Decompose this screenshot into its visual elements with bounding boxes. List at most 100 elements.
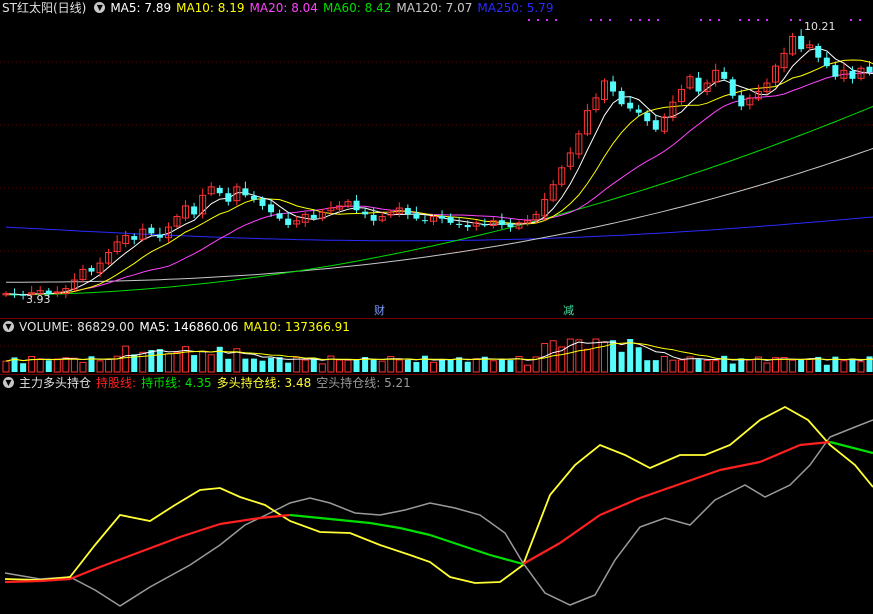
volume-bar [268, 357, 275, 372]
signal-dot [555, 19, 557, 21]
volume-bar [301, 359, 309, 373]
volume-bar [122, 345, 130, 373]
volume-bar [806, 358, 814, 373]
position-indicator-chart[interactable] [0, 375, 873, 614]
candle-body [456, 223, 463, 225]
candle-body [156, 234, 163, 238]
volume-bar [472, 358, 480, 373]
volume-ma5: MA5: 146860.06 [139, 320, 239, 334]
volume-bar [225, 358, 232, 372]
volume-bar [191, 355, 198, 372]
volume-bar [789, 359, 797, 373]
signal-dot [766, 19, 768, 21]
volume-bar [798, 359, 805, 372]
ma-label-ma20: MA20: 8.04 [249, 1, 318, 15]
volume-bar [105, 358, 113, 373]
candle-body [310, 214, 317, 219]
signal-dot [600, 19, 602, 21]
ma-label-ma120: MA120: 7.07 [396, 1, 473, 15]
candlestick-chart[interactable] [0, 0, 873, 318]
candle-body [421, 220, 428, 222]
candle-body [832, 65, 839, 77]
candle-body [738, 95, 745, 107]
price-panel[interactable]: ST红太阳(日线) ▼ MA5: 7.89 MA10: 8.19 MA20: 8.04 M… [0, 0, 873, 318]
candle-body [652, 120, 659, 130]
candle-body [285, 218, 292, 225]
position-panel[interactable]: ▼ 主力多头持仓 持股线: 持币线: 4.35 多头持仓线: 3.48 空头持仓线: 5.… [0, 375, 873, 614]
volume-ma10: MA10: 137366.91 [243, 320, 350, 334]
long-position-label: 多头持仓线: 3.48 [216, 376, 312, 390]
signal-dot [590, 19, 592, 21]
chevron-down-icon[interactable]: ▼ [94, 2, 106, 13]
volume-bar [156, 349, 163, 372]
hold-line-segment [639, 482, 681, 500]
volume-bar [318, 363, 326, 373]
price-header: ST红太阳(日线) ▼ MA5: 7.89 MA10: 8.19 MA20: 8.04 M… [0, 0, 563, 16]
volume-bar [592, 338, 600, 373]
signal-dot [859, 19, 861, 21]
hold-cash-line-segment [329, 517, 371, 525]
candle-body [88, 267, 95, 272]
signal-dot [648, 19, 650, 21]
signal-dot [739, 19, 741, 21]
event-marker-reduce[interactable]: 减 [563, 302, 574, 318]
volume-bar [96, 360, 104, 373]
candle-body [644, 112, 651, 122]
volume-bar [738, 358, 745, 372]
volume-title: VOLUME: 86829.00 [19, 320, 135, 334]
candle-body [815, 45, 822, 58]
volume-bar [840, 360, 848, 373]
candle-body [729, 79, 736, 96]
ma-label-ma60: MA60: 8.42 [322, 1, 392, 15]
candle-body [259, 199, 266, 206]
candle-body [635, 109, 642, 113]
volume-panel[interactable]: ▼ VOLUME: 86829.00 MA5: 146860.06 MA10: 137… [0, 319, 873, 374]
signal-dot [609, 19, 611, 21]
hold-cash-line-segment [399, 526, 431, 537]
volume-bar [250, 358, 257, 372]
volume-bar [660, 355, 668, 373]
volume-bar [849, 358, 856, 372]
volume-bar [62, 357, 70, 373]
hold-line-segment [522, 542, 561, 565]
event-marker-finance[interactable]: 财 [374, 302, 385, 318]
hold-cash-line-segment [289, 513, 331, 521]
candle-body [242, 188, 249, 196]
volume-bar [498, 358, 505, 372]
hold-line-segment [69, 565, 101, 581]
signal-dot [850, 19, 852, 21]
hold-cash-line-segment [429, 533, 461, 547]
volume-bar [712, 360, 720, 373]
signal-dot [799, 19, 801, 21]
signal-dot [537, 19, 539, 21]
volume-bar [395, 359, 403, 373]
ma-label-ma10: MA10: 8.19 [176, 1, 245, 15]
volume-bar [53, 358, 61, 373]
volume-bar [70, 357, 78, 373]
candle-body [362, 211, 369, 215]
signal-dot [757, 19, 759, 21]
chevron-down-icon[interactable]: ▼ [3, 377, 14, 388]
signal-dot [546, 19, 548, 21]
hold-cash-line-segment [369, 521, 401, 530]
hold-line-segment [679, 468, 721, 486]
volume-bar [148, 350, 155, 372]
volume-bar [652, 360, 659, 372]
hold-line-segment [179, 522, 221, 539]
volume-bar [2, 360, 10, 373]
candle-body [627, 102, 634, 109]
candle-body [464, 224, 471, 228]
hold-cash-label: 持币线: 4.35 [141, 376, 212, 390]
volume-bar [507, 360, 514, 372]
signal-dot [709, 19, 711, 21]
volume-bar [610, 340, 617, 372]
volume-bar [857, 361, 865, 373]
volume-bar [677, 359, 685, 373]
candle-body [481, 224, 488, 226]
candle-body [798, 35, 805, 50]
volume-bar [259, 360, 266, 372]
hold-line-segment [759, 443, 801, 464]
candle-body [610, 81, 617, 92]
indicator-title: 主力多头持仓 [19, 376, 92, 390]
chevron-down-icon[interactable]: ▼ [3, 321, 14, 332]
